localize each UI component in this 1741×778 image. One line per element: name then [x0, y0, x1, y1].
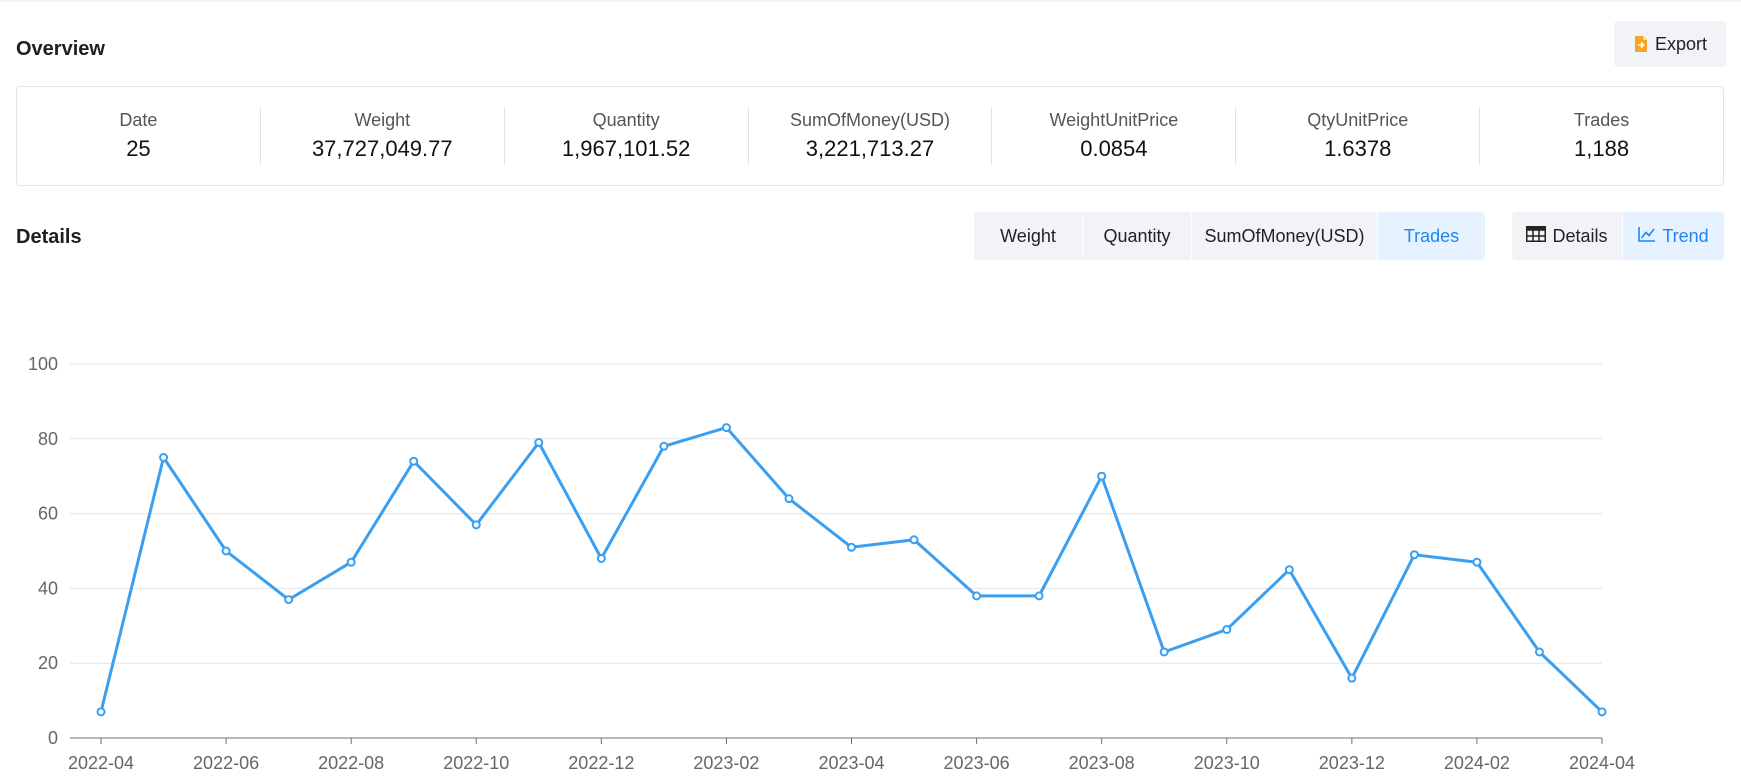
data-point — [721, 423, 731, 433]
tab-details-view[interactable]: Details — [1512, 212, 1622, 260]
y-tick-label: 20 — [38, 653, 58, 673]
y-tick-label: 0 — [48, 728, 58, 748]
tab-label: Details — [1552, 225, 1608, 246]
x-tick-label: 2022-10 — [443, 753, 509, 773]
x-tick-label: 2023-12 — [1319, 753, 1385, 773]
stat-label: SumOfMoney(USD) — [789, 110, 951, 130]
x-tick-label: 2022-04 — [68, 753, 134, 773]
stat-quantity: Quantity 1,967,101.52 — [503, 107, 748, 165]
data-point — [909, 535, 919, 545]
x-tick-label: 2022-08 — [318, 753, 384, 773]
data-point — [1347, 673, 1357, 683]
stat-value: 1,188 — [1574, 136, 1630, 161]
series-line — [99, 426, 1604, 713]
tab-weight[interactable]: Weight — [974, 212, 1082, 260]
x-tick-label: 2022-12 — [568, 753, 634, 773]
data-point — [534, 438, 544, 448]
tab-trades[interactable]: Trades — [1377, 212, 1485, 260]
data-point — [409, 456, 419, 466]
stat-weight: Weight 37,727,049.77 — [259, 107, 504, 165]
stat-label: Weight — [354, 110, 411, 130]
overview-card: Date 25 Weight 37,727,049.77 Quantity 1,… — [16, 86, 1724, 186]
stat-label: Trades — [1573, 110, 1630, 130]
top-divider — [0, 0, 1741, 2]
stat-trades: Trades 1,188 — [1479, 107, 1723, 165]
y-tick-label: 60 — [38, 504, 58, 524]
data-point — [96, 707, 106, 717]
x-tick-label: 2024-04 — [1569, 753, 1635, 773]
x-tick-label: 2023-08 — [1069, 753, 1135, 773]
details-title: Details — [16, 226, 82, 248]
tab-quantity[interactable]: Quantity — [1082, 212, 1191, 260]
data-point — [659, 441, 669, 451]
view-tabs: Details Trend — [1512, 212, 1724, 260]
data-point — [221, 546, 231, 556]
x-tick-label: 2023-10 — [1194, 753, 1260, 773]
data-point — [1472, 557, 1482, 567]
x-tick-label: 2023-06 — [944, 753, 1010, 773]
y-tick-label: 40 — [38, 578, 58, 598]
data-point — [847, 542, 856, 552]
export-button[interactable]: Export — [1614, 21, 1726, 67]
data-point — [159, 453, 169, 462]
stat-qty-unit-price: QtyUnitPrice 1.6378 — [1235, 107, 1479, 165]
x-tick-label: 2023-04 — [818, 753, 884, 773]
data-point — [284, 595, 294, 605]
table-icon — [1526, 225, 1547, 247]
stat-label: Quantity — [592, 110, 660, 130]
data-point — [471, 520, 481, 530]
data-point — [1534, 647, 1544, 657]
data-point — [1597, 707, 1607, 717]
stat-sum-of-money: SumOfMoney(USD) 3,221,713.27 — [747, 107, 992, 165]
stat-weight-unit-price: WeightUnitPrice 0.0854 — [991, 107, 1235, 165]
data-point — [1222, 625, 1232, 635]
export-icon — [1633, 35, 1649, 53]
stat-value: 37,727,049.77 — [311, 136, 453, 161]
stat-value: 3,221,713.27 — [805, 136, 935, 161]
line-chart-icon — [1638, 226, 1656, 247]
y-tick-label: 100 — [28, 354, 58, 374]
overview-title: Overview — [16, 38, 105, 60]
x-tick-label: 2022-06 — [193, 753, 259, 773]
stat-label: QtyUnitPrice — [1307, 110, 1409, 130]
x-tick-label: 2024-02 — [1444, 753, 1510, 773]
data-point — [1284, 565, 1294, 575]
stat-label: WeightUnitPrice — [1049, 110, 1179, 130]
data-point — [1409, 550, 1419, 560]
data-point — [1097, 471, 1107, 481]
tab-trend-view[interactable]: Trend — [1622, 212, 1724, 260]
tab-label: Trend — [1662, 225, 1709, 246]
data-point — [596, 553, 606, 563]
export-label: Export — [1654, 33, 1708, 54]
y-tick-label: 80 — [38, 429, 58, 449]
stat-value: 1,967,101.52 — [561, 136, 691, 161]
trend-chart: 0 20 40 60 80 100 2022-04 2022-06 2022-08 2022-10… — [0, 330, 1741, 778]
stat-value: 25 — [126, 136, 151, 161]
data-point — [346, 557, 356, 567]
data-point — [972, 591, 982, 601]
stat-value: 0.0854 — [1080, 136, 1148, 161]
stat-value: 1.6378 — [1324, 136, 1392, 161]
data-point — [784, 494, 794, 504]
data-point — [1159, 647, 1169, 657]
trend-chart-svg: 0 20 40 60 80 100 2022-04 2022-06 2022-08 2022-10… — [28, 354, 1635, 773]
stat-label: Date — [119, 110, 158, 130]
data-point — [1034, 591, 1044, 601]
x-tick-label: 2023-02 — [693, 753, 759, 773]
tab-sum-of-money[interactable]: SumOfMoney(USD) — [1191, 212, 1377, 260]
metric-tabs: Weight Quantity SumOfMoney(USD) Trades — [974, 212, 1485, 260]
stat-date: Date 25 — [17, 107, 260, 165]
